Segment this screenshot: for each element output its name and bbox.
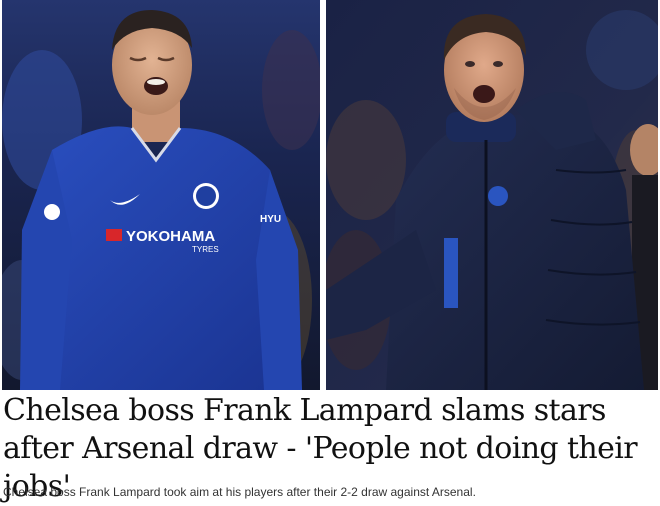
article-caption: Chelsea boss Frank Lampard took aim at h…: [3, 485, 476, 499]
photo-collage: YOKOHAMA TYRES HYU: [0, 0, 660, 390]
player-illustration: YOKOHAMA TYRES HYU: [2, 0, 320, 390]
manager-photo: [326, 0, 658, 390]
jersey-sponsor-subtext: TYRES: [192, 245, 219, 254]
svg-text:HYU: HYU: [260, 214, 281, 225]
jersey-sponsor-text: YOKOHAMA: [126, 228, 215, 245]
player-photo: YOKOHAMA TYRES HYU: [2, 0, 320, 390]
manager-illustration: [326, 0, 658, 390]
